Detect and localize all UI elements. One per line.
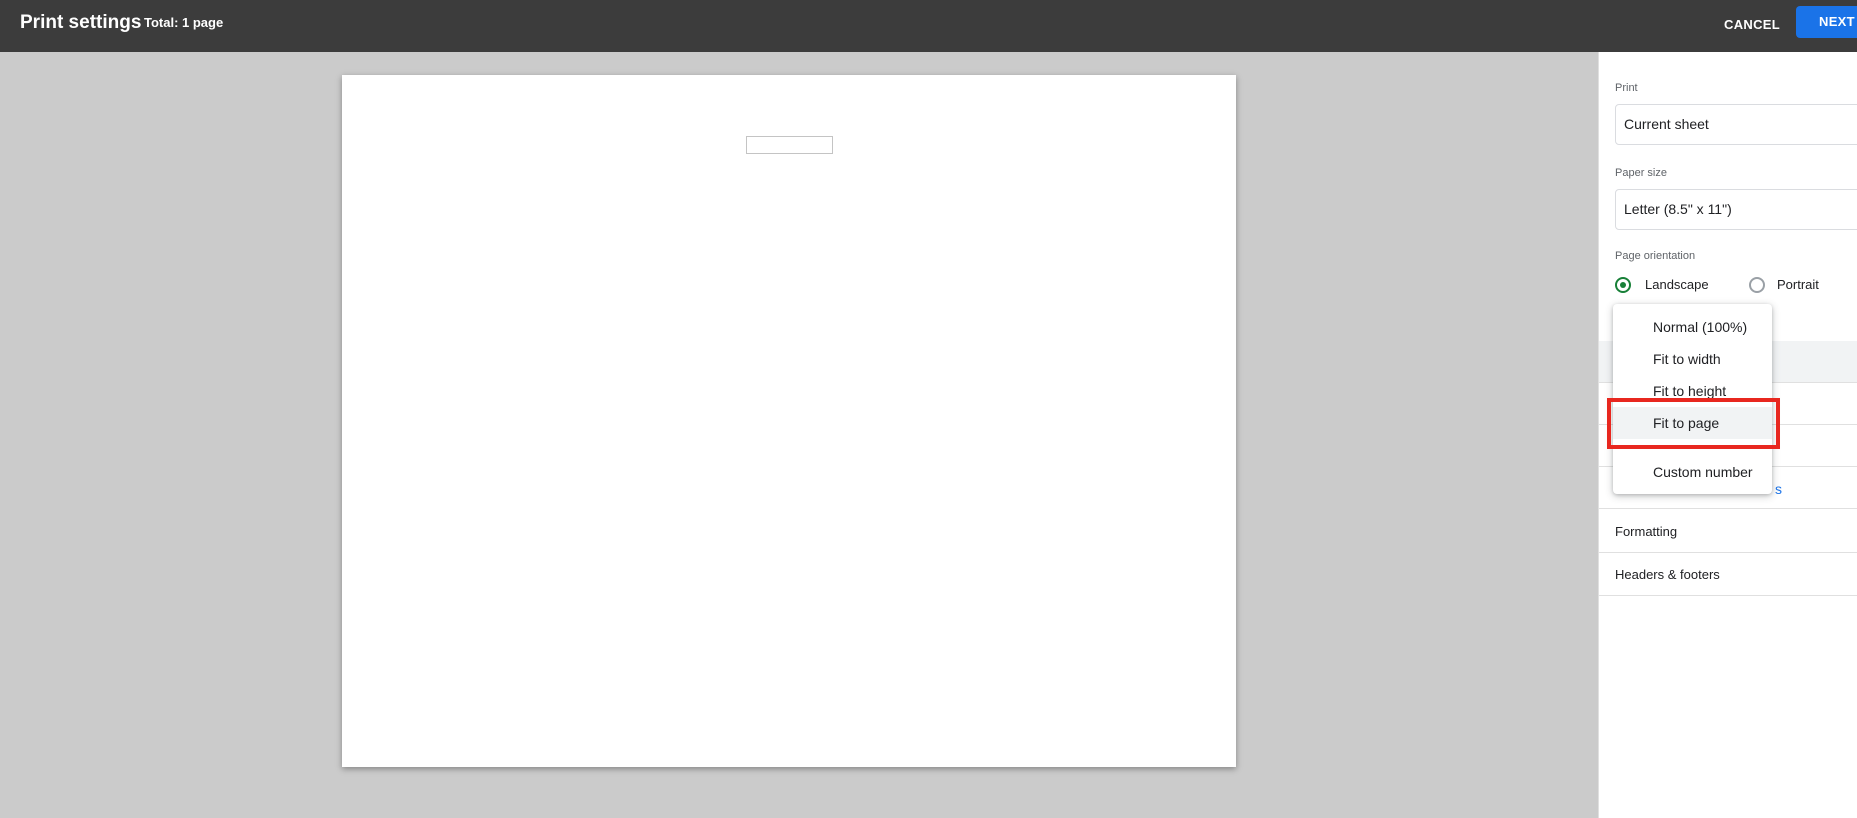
formatting-section[interactable]: Formatting: [1599, 510, 1857, 553]
menu-item-fit-to-width[interactable]: Fit to width: [1613, 343, 1772, 375]
portrait-radio[interactable]: [1749, 277, 1765, 293]
paper-size-label: Paper size: [1615, 167, 1667, 179]
landscape-radio[interactable]: [1615, 277, 1631, 293]
print-label: Print: [1615, 82, 1638, 94]
menu-item-normal[interactable]: Normal (100%): [1613, 311, 1772, 343]
print-preview-area: [0, 52, 1598, 818]
preview-page: [342, 75, 1236, 767]
scale-dropdown-menu: Normal (100%) Fit to width Fit to height…: [1613, 304, 1772, 494]
headers-footers-section[interactable]: Headers & footers: [1599, 553, 1857, 596]
next-button[interactable]: NEXT: [1796, 6, 1857, 38]
orientation-radio-group: Landscape Portrait: [1615, 274, 1857, 296]
preview-cell: [746, 136, 833, 154]
menu-item-custom-number[interactable]: Custom number: [1613, 456, 1772, 488]
page-orientation-label: Page orientation: [1615, 250, 1696, 262]
menu-item-fit-to-page[interactable]: Fit to page: [1613, 407, 1772, 439]
top-bar: Print settings Total: 1 page CANCEL NEXT: [0, 0, 1857, 52]
menu-item-fit-to-height[interactable]: Fit to height: [1613, 375, 1772, 407]
menu-divider: [1613, 448, 1772, 449]
cancel-button[interactable]: CANCEL: [1712, 7, 1792, 43]
portrait-label[interactable]: Portrait: [1777, 277, 1819, 292]
paper-size-select[interactable]: Letter (8.5" x 11"): [1615, 189, 1857, 230]
page-title: Print settings: [20, 12, 142, 33]
page-count: Total: 1 page: [144, 15, 224, 30]
print-select[interactable]: Current sheet: [1615, 104, 1857, 145]
landscape-label[interactable]: Landscape: [1645, 277, 1709, 292]
